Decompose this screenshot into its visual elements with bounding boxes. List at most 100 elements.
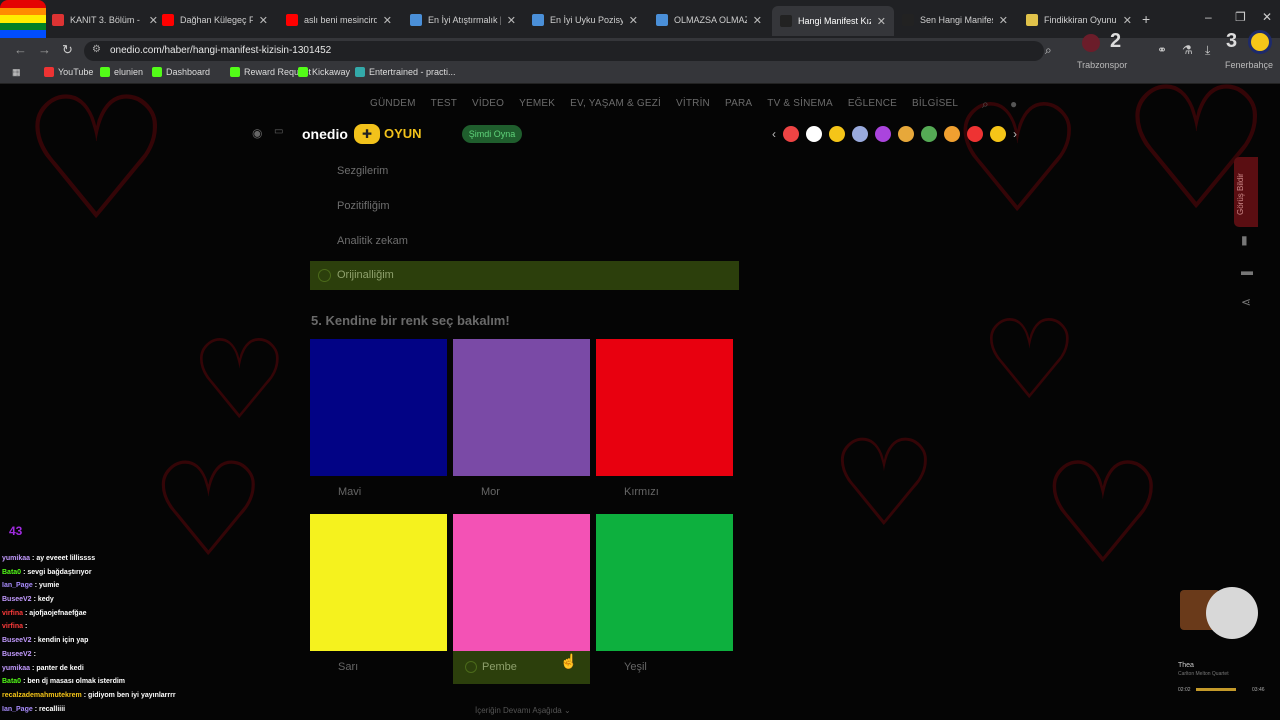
nav-item[interactable]: PARA xyxy=(725,98,752,109)
tab-favicon-icon xyxy=(286,14,298,26)
onedio-logo[interactable]: onedio xyxy=(302,126,348,142)
game-icon[interactable] xyxy=(806,126,822,142)
option-text[interactable]: Analitik zekam xyxy=(337,235,408,247)
chat-username: Bata0 xyxy=(2,568,22,576)
bookmark-item[interactable]: elunien xyxy=(100,67,143,77)
tab-close-icon[interactable]: ✕ xyxy=(877,15,886,28)
game-icon[interactable] xyxy=(898,126,914,142)
comment-icon[interactable]: ▬ xyxy=(1241,264,1253,278)
chevron-left-icon[interactable]: ‹ xyxy=(772,127,776,141)
selected-option[interactable]: Orijinalliğim xyxy=(310,261,739,290)
nav-item[interactable]: EĞLENCE xyxy=(848,98,897,109)
new-tab-button[interactable]: + xyxy=(1142,11,1150,27)
game-icon[interactable] xyxy=(990,126,1006,142)
bookmark-item[interactable]: Dashboard xyxy=(152,67,210,77)
tab-close-icon[interactable]: ✕ xyxy=(999,14,1008,27)
play-now-button[interactable]: Şimdi Oyna xyxy=(462,125,522,143)
search-icon[interactable]: ⌕ xyxy=(982,97,989,112)
tab-favicon-icon xyxy=(52,14,64,26)
game-icon[interactable] xyxy=(944,126,960,142)
tab-close-icon[interactable]: ✕ xyxy=(629,14,638,27)
bookmark-item[interactable]: Kickaway xyxy=(298,67,350,77)
user-icon[interactable]: ● xyxy=(1010,97,1017,111)
close-window-icon[interactable]: ✕ xyxy=(1262,10,1272,24)
continue-below[interactable]: İçeriğin Devamı Aşağıda ⌄ xyxy=(475,706,571,715)
share-icon[interactable]: ⋖ xyxy=(1241,295,1251,309)
bookmark-favicon-icon xyxy=(355,67,365,77)
color-option[interactable] xyxy=(310,339,447,476)
browser-tab[interactable]: aslı beni mesincirdan ✕ xyxy=(278,8,400,32)
option-text[interactable]: Pozitifliğim xyxy=(337,200,390,212)
browser-tab[interactable]: OLMAZSA OLMAZ - ✕ xyxy=(648,8,770,32)
game-icon[interactable] xyxy=(921,126,937,142)
game-icon[interactable] xyxy=(852,126,868,142)
nav-item[interactable]: VİTRİN xyxy=(676,98,710,109)
browser-tab[interactable]: En İyi Atıştırmalık [25 ✕ xyxy=(402,8,524,32)
color-option[interactable] xyxy=(453,339,590,476)
reload-icon[interactable]: ↻ xyxy=(62,42,73,58)
color-option[interactable] xyxy=(596,514,733,651)
color-caption[interactable]: Mavi xyxy=(338,486,361,498)
browser-tab[interactable]: Sen Hangi Manifest ✕ xyxy=(894,8,1016,32)
game-icon[interactable] xyxy=(829,126,845,142)
link-icon[interactable]: ⚭ xyxy=(1157,43,1167,57)
game-icon[interactable] xyxy=(875,126,891,142)
tab-label: Hangi Manifest Kızısı xyxy=(798,16,871,26)
chat-text: kedy xyxy=(37,596,54,604)
address-bar[interactable]: ⚙ onedio.com/haber/hangi-manifest-kizisi… xyxy=(84,41,1044,61)
browser-tab[interactable]: Dağhan Külegeç Fan ✕ xyxy=(154,8,276,32)
bookmark-item[interactable]: Entertrained - practi... xyxy=(355,67,456,77)
tab-close-icon[interactable]: ✕ xyxy=(383,14,392,27)
tab-close-icon[interactable]: ✕ xyxy=(753,14,762,27)
chat-message: Ian_Page: yumie xyxy=(2,582,262,596)
site-info-icon[interactable]: ⚙ xyxy=(92,44,101,55)
oyun-pad-icon: ✚ xyxy=(354,124,380,144)
chat-message: BuseeV2: kedy xyxy=(2,596,262,610)
forward-icon[interactable]: → xyxy=(38,42,51,57)
chat-username: recalzademahmutekrem xyxy=(2,691,82,699)
feedback-tab[interactable]: Görüş Bildir xyxy=(1234,157,1258,227)
score-right: 3 xyxy=(1226,30,1238,52)
tab-close-icon[interactable]: ✕ xyxy=(259,14,268,27)
nav-item[interactable]: VİDEO xyxy=(472,98,504,109)
game-icon[interactable] xyxy=(783,126,799,142)
color-caption[interactable]: Sarı xyxy=(338,661,358,673)
browser-tab[interactable]: KANIT 3. Bölüm - Full✕ xyxy=(44,8,166,32)
color-caption[interactable]: Kırmızı xyxy=(624,486,659,498)
tab-close-icon[interactable]: ✕ xyxy=(1123,14,1132,27)
color-caption[interactable]: Mor xyxy=(481,486,500,498)
chat-username: Ian_Page xyxy=(2,705,33,713)
browser-tab[interactable]: Findikkiran Oyunu | E ✕ xyxy=(1018,8,1140,32)
nav-item[interactable]: TV & SİNEMA xyxy=(767,98,833,109)
restore-icon[interactable]: ❐ xyxy=(1235,10,1246,24)
color-option[interactable] xyxy=(453,514,590,651)
minimize-icon[interactable]: – xyxy=(1205,10,1212,24)
download-icon[interactable]: ⤓ xyxy=(1205,43,1210,58)
bookmark-item[interactable]: YouTube xyxy=(44,67,93,77)
bookmark-favicon-icon xyxy=(298,67,308,77)
chat-message: yumikaa: panter de kedi xyxy=(2,665,262,679)
color-option[interactable] xyxy=(596,339,733,476)
bookmark-icon[interactable]: ▮ xyxy=(1241,233,1248,247)
extensions-icon[interactable]: ⚗ xyxy=(1182,43,1193,57)
color-caption[interactable]: Yeşil xyxy=(624,661,647,673)
tab-close-icon[interactable]: ✕ xyxy=(507,14,516,27)
chevron-right-icon[interactable]: › xyxy=(1013,127,1017,141)
browser-tab[interactable]: Hangi Manifest Kızısı ✕ xyxy=(772,6,894,36)
color-option[interactable] xyxy=(310,514,447,651)
nav-item[interactable]: EV, YAŞAM & GEZİ xyxy=(570,98,661,109)
back-icon[interactable]: ← xyxy=(14,42,27,57)
option-text[interactable]: Sezgilerim xyxy=(337,165,388,177)
nav-item[interactable]: TEST xyxy=(431,98,457,109)
apps-icon[interactable]: ▦ xyxy=(12,67,21,78)
game-icon[interactable] xyxy=(967,126,983,142)
nav-item[interactable]: YEMEK xyxy=(519,98,555,109)
chat-overlay: yumikaa: ay eveeet lillissss Bata0: sevgi… xyxy=(2,555,262,719)
chat-text: panter de kedi xyxy=(36,664,84,672)
nav-item[interactable]: GÜNDEM xyxy=(370,98,416,109)
zoom-icon[interactable]: ⌕ xyxy=(1045,43,1052,58)
bookmark-favicon-icon xyxy=(230,67,240,77)
bookmark-favicon-icon xyxy=(100,67,110,77)
browser-tab[interactable]: En İyi Uyku Pozisyonu ✕ xyxy=(524,8,646,32)
nav-item[interactable]: BİLGİSEL xyxy=(912,98,958,109)
